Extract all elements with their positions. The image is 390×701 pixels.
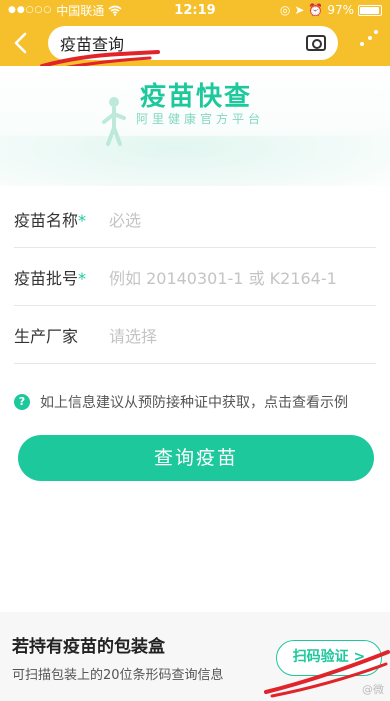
scan-panel-title: 若持有疫苗的包装盒 [12,637,165,657]
batch-number-placeholder: 例如 20140301-1 或 K2164-1 [109,268,337,288]
dot-icon [360,42,364,46]
example-hint-link[interactable]: ? 如上信息建议从预防接种证中获取，点击查看示例 [14,392,348,412]
required-marker: * [78,210,87,230]
chevron-left-icon [14,32,27,54]
field-label: 生产厂家 [14,326,79,346]
vaccine-name-field[interactable]: 疫苗名称* 必选 [14,190,376,248]
question-icon: ? [14,394,30,410]
more-options-button[interactable] [360,30,380,52]
hero-subtitle: 阿里健康官方平台 [136,112,265,126]
manufacturer-placeholder: 请选择 [109,326,158,346]
field-label: 疫苗批号* [14,268,87,288]
battery-level [360,6,380,14]
field-label: 疫苗名称* [14,210,87,230]
dot-icon [374,30,378,34]
hero-title: 疫苗快查 [140,82,253,112]
hero-ground [0,136,390,186]
scan-panel-description: 可扫描包装上的20位条形码查询信息 [12,668,224,683]
batch-number-field[interactable]: 疫苗批号* 例如 20140301-1 或 K2164-1 [14,248,376,306]
dot-icon [368,36,372,40]
required-marker: * [78,268,87,288]
hint-text: 如上信息建议从预防接种证中获取，点击查看示例 [40,395,348,411]
query-vaccine-button[interactable]: 查询疫苗 [18,435,374,481]
query-form: 疫苗名称* 必选 疫苗批号* 例如 20140301-1 或 K2164-1 生… [0,190,390,364]
scan-package-panel: 若持有疫苗的包装盒 可扫描包装上的20位条形码查询信息 扫码验证 > @微 [0,612,390,701]
status-time: 12:19 [174,2,216,18]
person-illustration [102,97,126,146]
vaccine-name-placeholder: 必选 [109,210,142,230]
watermark: @微 [362,683,384,696]
back-button[interactable] [0,20,40,66]
manufacturer-field[interactable]: 生产厂家 请选择 [14,306,376,364]
battery-icon [358,4,382,16]
camera-icon[interactable] [306,35,326,51]
status-bar: ●●○○○ 中国联通 12:19 ◎ ➤ ⏰ 97% [0,0,390,20]
hero-banner: 疫苗快查 阿里健康官方平台 [0,66,390,186]
